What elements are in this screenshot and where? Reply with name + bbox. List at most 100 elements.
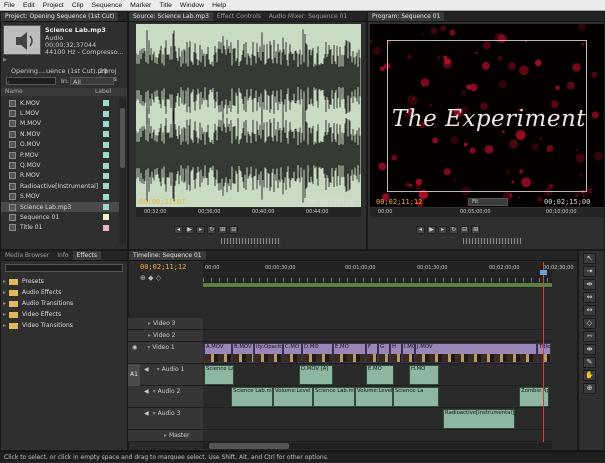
timeline-clip[interactable]: J.MOV	[415, 343, 537, 363]
track-header-audio1[interactable]: ◀ ▾ Audio 1	[140, 364, 203, 386]
timeline-clip[interactable]: Volume:Level	[273, 387, 313, 407]
project-list-item[interactable]: R.MOV	[1, 171, 119, 181]
timeline-clip[interactable]: Science La	[204, 365, 234, 385]
label-color-swatch[interactable]	[103, 100, 109, 107]
tab-effect-controls[interactable]: Effect Controls	[213, 12, 265, 21]
project-list-item[interactable]: N.MOV	[1, 129, 119, 139]
menu-clip[interactable]: Clip	[72, 2, 84, 9]
project-list-item[interactable]: Title 01	[1, 223, 119, 233]
timeline-clip[interactable]: Volume:Level	[355, 387, 393, 407]
timeline-clip[interactable]: A.MOV	[204, 343, 232, 363]
timeline-clip[interactable]: D.MO	[302, 343, 333, 363]
track-header-audio3[interactable]: ◀ ▾ Audio 3	[128, 408, 203, 430]
tab-effects[interactable]: Effects	[72, 251, 102, 260]
track-header-video1[interactable]: ◉ ▾ Video 1	[128, 342, 203, 364]
timeline-clip[interactable]: Science Lab.mp3	[231, 387, 273, 407]
menu-file[interactable]: File	[4, 2, 15, 9]
project-list-item[interactable]: Science Lab.mp3	[1, 201, 119, 213]
project-list-item[interactable]: L.MOV	[1, 108, 119, 118]
lane-master[interactable]	[203, 430, 552, 442]
jog-shuttle[interactable]	[463, 238, 523, 244]
label-color-swatch[interactable]	[103, 204, 109, 211]
effects-search-input[interactable]	[5, 264, 123, 272]
tab-audio-mixer[interactable]: Audio Mixer: Sequence 01	[265, 12, 351, 21]
lane-audio2[interactable]: Science Lab.mp3Volume:LevelScience Lab.m…	[203, 386, 552, 408]
keyframe-icon[interactable]: ◇	[156, 274, 161, 282]
timeline-clip[interactable]: ity:Opacity	[254, 343, 283, 363]
slide-tool-icon[interactable]: ⇼	[583, 344, 596, 355]
timeline-clip[interactable]: Radioactive[Instrumental].m	[443, 409, 515, 429]
timeline-clip[interactable]: F	[366, 343, 378, 363]
label-color-swatch[interactable]	[103, 224, 109, 231]
slip-tool-icon[interactable]: ⇿	[583, 331, 596, 342]
loop-icon[interactable]: ↻	[207, 226, 217, 234]
tab-program[interactable]: Program: Sequence 01	[368, 12, 445, 21]
step-forward-icon[interactable]: ▸	[438, 226, 448, 234]
project-list-item[interactable]: Q.MOV	[1, 160, 119, 170]
project-list-item[interactable]: Sequence 01	[1, 212, 119, 222]
label-color-swatch[interactable]	[103, 162, 109, 169]
speaker-icon[interactable]: ◀	[144, 388, 149, 395]
eye-icon[interactable]: ◉	[132, 344, 137, 351]
menu-project[interactable]: Project	[43, 2, 64, 9]
menu-sequence[interactable]: Sequence	[92, 2, 123, 9]
effects-folder-item[interactable]: ▸ Audio Transitions	[3, 298, 73, 309]
step-forward-icon[interactable]: ▸	[196, 226, 206, 234]
play-button[interactable]: ▶	[427, 226, 437, 234]
menu-help[interactable]: Help	[212, 2, 226, 9]
step-back-icon[interactable]: ◂	[174, 226, 183, 234]
label-color-swatch[interactable]	[103, 110, 109, 117]
program-ruler[interactable]: 00;00 00;05;00;00 00;10;00;00	[370, 208, 604, 217]
lane-video3[interactable]	[203, 318, 552, 330]
play-button[interactable]: ▶	[185, 226, 195, 234]
project-scrollbar[interactable]	[119, 98, 126, 244]
label-color-swatch[interactable]	[103, 120, 109, 127]
effects-folder-item[interactable]: ▸ Presets	[3, 276, 73, 287]
label-color-swatch[interactable]	[103, 183, 109, 190]
label-color-swatch[interactable]	[103, 131, 109, 138]
lift-icon[interactable]: ⊟	[460, 226, 470, 234]
menu-title[interactable]: Title	[159, 2, 172, 9]
insert-icon[interactable]: ⊞	[218, 226, 228, 234]
project-list-item[interactable]: P.MOV	[1, 150, 119, 160]
timeline-clip[interactable]: Zombie Apoc	[519, 387, 549, 407]
project-list-item[interactable]: S.MOV	[1, 192, 119, 202]
timeline-scrollbar[interactable]	[203, 443, 552, 449]
project-list-item[interactable]: Radioactive[Instrumental]	[1, 181, 119, 191]
lane-audio1[interactable]: Science La D.MOV [A] E.MO H.MO	[203, 364, 552, 386]
pen-tool-icon[interactable]: ✎	[583, 357, 596, 368]
disclosure-triangle-icon[interactable]: ▸	[3, 300, 6, 307]
timeline-clip[interactable]: E.MO	[333, 343, 366, 363]
lane-audio3[interactable]: Radioactive[Instrumental].m	[203, 408, 552, 430]
effects-folder-item[interactable]: ▸ Video Transitions	[3, 320, 73, 331]
label-color-swatch[interactable]	[103, 193, 109, 200]
timeline-clip[interactable]: Title	[537, 343, 551, 363]
lane-video2[interactable]	[203, 330, 552, 342]
timeline-clip[interactable]: C.MO	[283, 343, 302, 363]
timeline-timecode[interactable]: 00;02;11;12	[140, 263, 186, 271]
timeline-clip[interactable]: Science La	[393, 387, 439, 407]
rate-stretch-tool-icon[interactable]: ↔	[583, 305, 596, 316]
col-name-header[interactable]: Name	[5, 88, 23, 95]
timeline-clip[interactable]: Science Lab.mp3	[313, 387, 355, 407]
effects-folder-item[interactable]: ▸ Audio Effects	[3, 287, 73, 298]
label-color-swatch[interactable]	[103, 141, 109, 148]
razor-tool-icon[interactable]: ◇	[583, 318, 596, 329]
speaker-icon[interactable]: ◀	[144, 410, 149, 417]
track-header-audio2[interactable]: ◀ ▾ Audio 2	[128, 386, 203, 408]
timeline-clip[interactable]: G	[378, 343, 390, 363]
timeline-clip[interactable]: H.MO	[409, 365, 439, 385]
search-input[interactable]: ⌕	[6, 77, 56, 86]
overwrite-icon[interactable]: ⊟	[229, 226, 239, 234]
disclosure-triangle-icon[interactable]: ▸	[3, 311, 6, 318]
snap-icon[interactable]: ⊕	[140, 274, 146, 282]
a1-target-badge[interactable]: A1	[128, 364, 140, 386]
label-color-swatch[interactable]	[103, 172, 109, 179]
timeline-clip[interactable]: D.MOV [A]	[299, 365, 333, 385]
label-color-swatch[interactable]	[103, 214, 109, 221]
track-select-tool-icon[interactable]: ⇥	[583, 266, 596, 277]
play-icon[interactable]: ▶	[3, 57, 7, 63]
lane-video1[interactable]: A.MOV B.MOV ity:Opacity C.MO D.MO E.MO F G H I.MO…	[203, 342, 552, 364]
timeline-ruler[interactable]: 00;00 00;00;30;00 00;01;00;00 00;01;30;0…	[203, 262, 574, 288]
tab-media-browser[interactable]: Media Browser	[1, 251, 53, 260]
